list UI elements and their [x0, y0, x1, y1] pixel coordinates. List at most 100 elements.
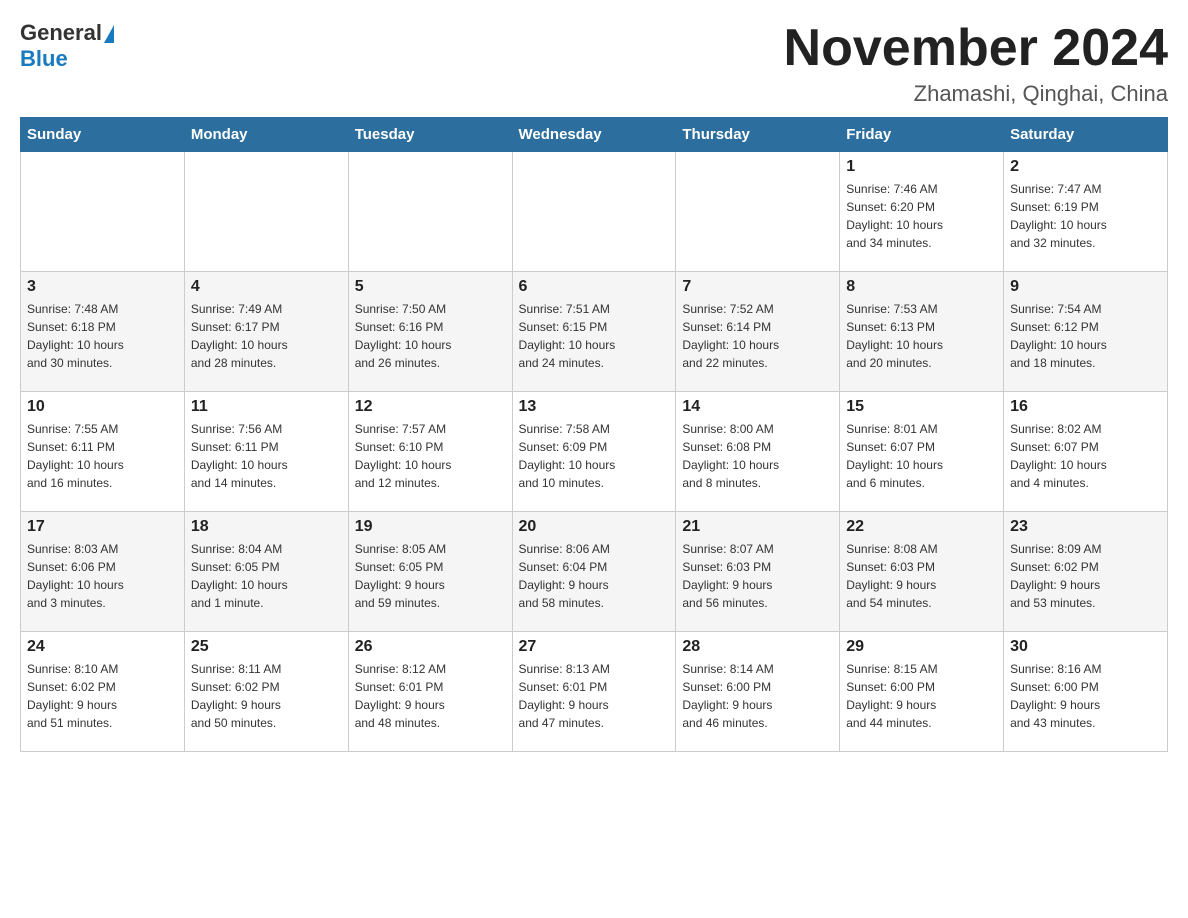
month-title: November 2024 — [784, 20, 1168, 77]
calendar-cell: 7 Sunrise: 7:52 AM Sunset: 6:14 PM Daylig… — [676, 272, 840, 392]
calendar-cell: 15 Sunrise: 8:01 AM Sunset: 6:07 PM Dayli… — [840, 392, 1004, 512]
weekday-header: Thursday — [676, 118, 840, 152]
day-number: 28 — [682, 638, 833, 656]
calendar-cell: 26 Sunrise: 8:12 AM Sunset: 6:01 PM Dayli… — [348, 632, 512, 752]
day-number: 24 — [27, 638, 178, 656]
day-info: Sunrise: 7:46 AM Sunset: 6:20 PM Dayligh… — [846, 180, 997, 252]
day-number: 3 — [27, 278, 178, 296]
day-info: Sunrise: 7:54 AM Sunset: 6:12 PM Dayligh… — [1010, 300, 1161, 372]
day-info: Sunrise: 7:58 AM Sunset: 6:09 PM Dayligh… — [519, 420, 670, 492]
calendar-cell: 27Sunrise: 8:13 AM Sunset: 6:01 PM Dayli… — [512, 632, 676, 752]
day-info: Sunrise: 8:15 AM Sunset: 6:00 PM Dayligh… — [846, 660, 997, 732]
calendar-cell: 21Sunrise: 8:07 AM Sunset: 6:03 PM Dayli… — [676, 512, 840, 632]
day-number: 23 — [1010, 518, 1161, 536]
calendar-cell: 18 Sunrise: 8:04 AM Sunset: 6:05 PM Dayli… — [184, 512, 348, 632]
calendar-cell — [348, 152, 512, 272]
calendar-cell: 8 Sunrise: 7:53 AM Sunset: 6:13 PM Daylig… — [840, 272, 1004, 392]
day-number: 11 — [191, 398, 342, 416]
calendar-cell — [676, 152, 840, 272]
logo-general: General — [20, 20, 102, 45]
day-number: 15 — [846, 398, 997, 416]
day-info: Sunrise: 8:00 AM Sunset: 6:08 PM Dayligh… — [682, 420, 833, 492]
day-info: Sunrise: 8:07 AM Sunset: 6:03 PM Dayligh… — [682, 540, 833, 612]
calendar-cell: 13 Sunrise: 7:58 AM Sunset: 6:09 PM Dayli… — [512, 392, 676, 512]
calendar-cell: 17Sunrise: 8:03 AM Sunset: 6:06 PM Dayli… — [21, 512, 185, 632]
location: Zhamashi, Qinghai, China — [784, 81, 1168, 107]
day-number: 1 — [846, 158, 997, 176]
calendar-cell: 10 Sunrise: 7:55 AM Sunset: 6:11 PM Dayli… — [21, 392, 185, 512]
calendar-cell — [512, 152, 676, 272]
calendar-cell: 20 Sunrise: 8:06 AM Sunset: 6:04 PM Dayli… — [512, 512, 676, 632]
calendar-week-row: 10 Sunrise: 7:55 AM Sunset: 6:11 PM Dayli… — [21, 392, 1168, 512]
day-info: Sunrise: 8:14 AM Sunset: 6:00 PM Dayligh… — [682, 660, 833, 732]
weekday-header: Saturday — [1004, 118, 1168, 152]
day-number: 14 — [682, 398, 833, 416]
title-section: November 2024 Zhamashi, Qinghai, China — [784, 20, 1168, 107]
day-number: 18 — [191, 518, 342, 536]
day-info: Sunrise: 7:47 AM Sunset: 6:19 PM Dayligh… — [1010, 180, 1161, 252]
day-number: 13 — [519, 398, 670, 416]
weekday-header-row: SundayMondayTuesdayWednesdayThursdayFrid… — [21, 118, 1168, 152]
day-info: Sunrise: 8:06 AM Sunset: 6:04 PM Dayligh… — [519, 540, 670, 612]
day-info: Sunrise: 7:51 AM Sunset: 6:15 PM Dayligh… — [519, 300, 670, 372]
day-info: Sunrise: 8:12 AM Sunset: 6:01 PM Dayligh… — [355, 660, 506, 732]
day-info: Sunrise: 8:02 AM Sunset: 6:07 PM Dayligh… — [1010, 420, 1161, 492]
day-info: Sunrise: 7:55 AM Sunset: 6:11 PM Dayligh… — [27, 420, 178, 492]
logo-triangle-icon — [104, 25, 114, 43]
calendar-cell: 19Sunrise: 8:05 AM Sunset: 6:05 PM Dayli… — [348, 512, 512, 632]
calendar-cell: 2 Sunrise: 7:47 AM Sunset: 6:19 PM Daylig… — [1004, 152, 1168, 272]
day-info: Sunrise: 8:01 AM Sunset: 6:07 PM Dayligh… — [846, 420, 997, 492]
day-info: Sunrise: 8:16 AM Sunset: 6:00 PM Dayligh… — [1010, 660, 1161, 732]
calendar-week-row: 24 Sunrise: 8:10 AM Sunset: 6:02 PM Dayli… — [21, 632, 1168, 752]
calendar-cell: 6Sunrise: 7:51 AM Sunset: 6:15 PM Daylig… — [512, 272, 676, 392]
day-number: 29 — [846, 638, 997, 656]
day-number: 30 — [1010, 638, 1161, 656]
logo: General Blue — [20, 20, 114, 72]
day-number: 5 — [355, 278, 506, 296]
day-number: 26 — [355, 638, 506, 656]
calendar-cell: 5 Sunrise: 7:50 AM Sunset: 6:16 PM Daylig… — [348, 272, 512, 392]
day-info: Sunrise: 7:56 AM Sunset: 6:11 PM Dayligh… — [191, 420, 342, 492]
day-info: Sunrise: 8:08 AM Sunset: 6:03 PM Dayligh… — [846, 540, 997, 612]
day-number: 7 — [682, 278, 833, 296]
calendar-cell: 25Sunrise: 8:11 AM Sunset: 6:02 PM Dayli… — [184, 632, 348, 752]
day-number: 16 — [1010, 398, 1161, 416]
logo-blue: Blue — [20, 46, 68, 71]
weekday-header: Friday — [840, 118, 1004, 152]
calendar-cell: 11 Sunrise: 7:56 AM Sunset: 6:11 PM Dayli… — [184, 392, 348, 512]
day-number: 8 — [846, 278, 997, 296]
day-number: 17 — [27, 518, 178, 536]
day-info: Sunrise: 8:09 AM Sunset: 6:02 PM Dayligh… — [1010, 540, 1161, 612]
day-number: 9 — [1010, 278, 1161, 296]
calendar-week-row: 17Sunrise: 8:03 AM Sunset: 6:06 PM Dayli… — [21, 512, 1168, 632]
page-header: General Blue November 2024 Zhamashi, Qin… — [20, 20, 1168, 107]
day-number: 19 — [355, 518, 506, 536]
calendar-cell: 4Sunrise: 7:49 AM Sunset: 6:17 PM Daylig… — [184, 272, 348, 392]
day-info: Sunrise: 8:11 AM Sunset: 6:02 PM Dayligh… — [191, 660, 342, 732]
calendar-cell: 22 Sunrise: 8:08 AM Sunset: 6:03 PM Dayli… — [840, 512, 1004, 632]
calendar-cell: 28 Sunrise: 8:14 AM Sunset: 6:00 PM Dayli… — [676, 632, 840, 752]
calendar-cell: 16 Sunrise: 8:02 AM Sunset: 6:07 PM Dayli… — [1004, 392, 1168, 512]
calendar-cell: 1 Sunrise: 7:46 AM Sunset: 6:20 PM Daylig… — [840, 152, 1004, 272]
day-number: 2 — [1010, 158, 1161, 176]
day-info: Sunrise: 7:52 AM Sunset: 6:14 PM Dayligh… — [682, 300, 833, 372]
weekday-header: Tuesday — [348, 118, 512, 152]
calendar-cell: 30 Sunrise: 8:16 AM Sunset: 6:00 PM Dayli… — [1004, 632, 1168, 752]
day-info: Sunrise: 7:50 AM Sunset: 6:16 PM Dayligh… — [355, 300, 506, 372]
calendar-cell — [184, 152, 348, 272]
day-info: Sunrise: 8:04 AM Sunset: 6:05 PM Dayligh… — [191, 540, 342, 612]
day-info: Sunrise: 7:53 AM Sunset: 6:13 PM Dayligh… — [846, 300, 997, 372]
calendar-week-row: 3Sunrise: 7:48 AM Sunset: 6:18 PM Daylig… — [21, 272, 1168, 392]
calendar-cell: 9 Sunrise: 7:54 AM Sunset: 6:12 PM Daylig… — [1004, 272, 1168, 392]
day-number: 22 — [846, 518, 997, 536]
day-number: 10 — [27, 398, 178, 416]
day-info: Sunrise: 8:13 AM Sunset: 6:01 PM Dayligh… — [519, 660, 670, 732]
logo-text: General Blue — [20, 20, 114, 72]
calendar-cell: 3Sunrise: 7:48 AM Sunset: 6:18 PM Daylig… — [21, 272, 185, 392]
day-info: Sunrise: 8:10 AM Sunset: 6:02 PM Dayligh… — [27, 660, 178, 732]
day-number: 12 — [355, 398, 506, 416]
calendar-cell: 14 Sunrise: 8:00 AM Sunset: 6:08 PM Dayli… — [676, 392, 840, 512]
day-number: 20 — [519, 518, 670, 536]
calendar-cell: 23 Sunrise: 8:09 AM Sunset: 6:02 PM Dayli… — [1004, 512, 1168, 632]
weekday-header: Wednesday — [512, 118, 676, 152]
